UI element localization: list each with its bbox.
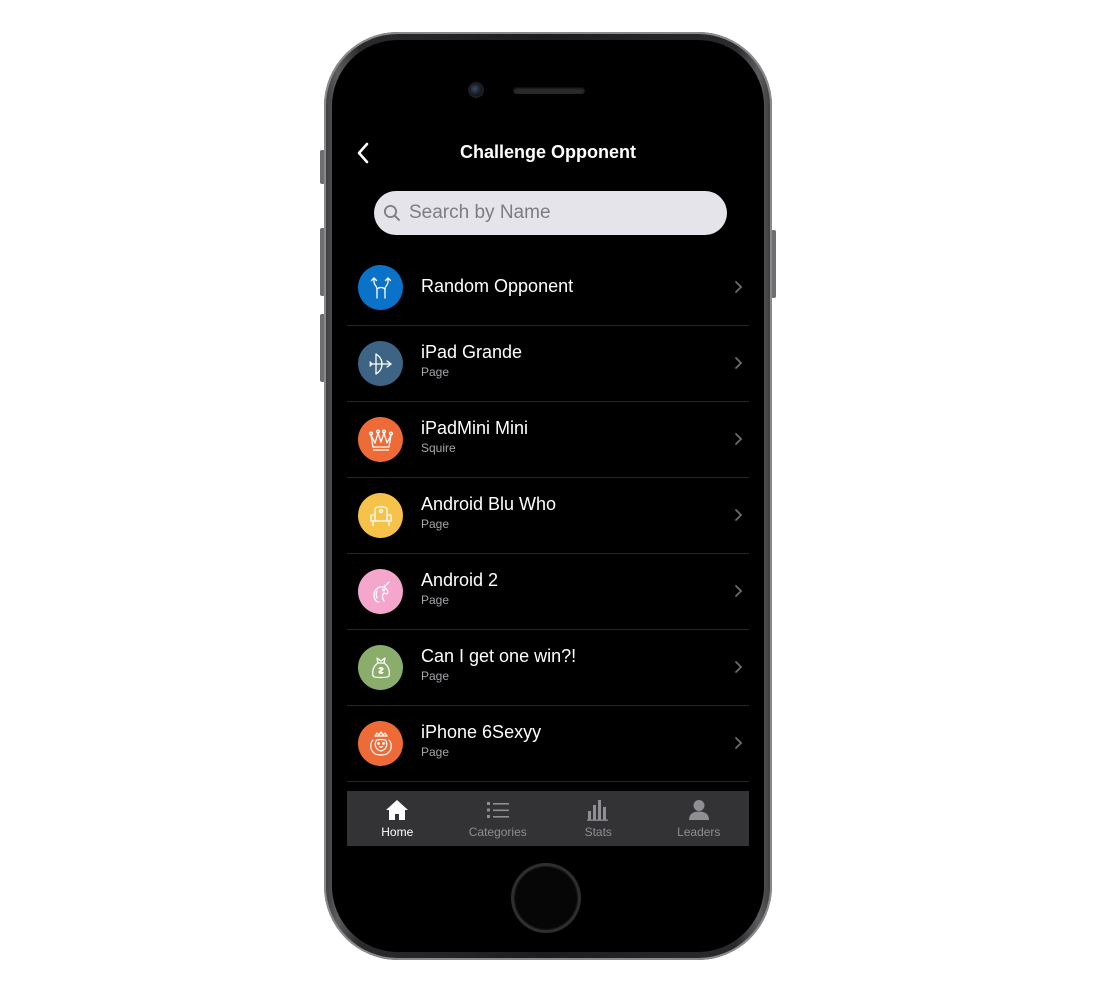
tab-stats[interactable]: Stats [548,791,649,846]
opponent-avatar [358,645,403,690]
tab-bar: Home Categories Stats Leaders [347,791,749,846]
chevron-right-icon [735,737,743,749]
opponent-rank: Squire [421,441,456,455]
opponent-row[interactable]: Android 2 Page [347,554,749,630]
opponent-avatar [358,265,403,310]
opponent-rank: Page [421,365,450,379]
chevron-right-icon [735,661,743,673]
tab-label: Stats [584,825,612,839]
app-screen: Challenge Opponent Random Opponent [347,138,749,849]
search-input[interactable] [407,201,711,225]
home-button[interactable] [514,866,578,930]
opponent-name: Random Opponent [421,276,574,296]
chevron-right-icon [735,433,743,445]
opponent-row[interactable]: Can I get one win?! Page [347,630,749,706]
bow-arrow-icon [368,352,392,375]
opponent-name: iPadMini Mini [421,418,529,438]
opponent-avatar [358,341,403,386]
tab-label: Leaders [677,825,721,839]
tab-home[interactable]: Home [347,791,448,846]
list-icon [486,802,509,818]
bar-chart-icon [587,800,609,821]
back-button[interactable] [349,138,377,168]
opponent-name: Android 2 [421,570,499,590]
search-bar[interactable] [374,191,727,235]
tab-leaders[interactable]: Leaders [649,791,750,846]
lion-icon [369,730,392,756]
opponent-avatar [358,417,403,462]
opponent-row[interactable]: iPhone 6Sexyy Page [347,706,749,782]
opponent-name: Can I get one win?! [421,646,577,666]
unicorn-icon [372,580,390,603]
home-icon [386,800,409,820]
tab-label: Home [381,825,414,839]
opponent-name: iPad Grande [421,342,523,362]
navigation-bar: Challenge Opponent [347,138,749,168]
crown-icon [368,429,393,451]
opponent-name: Android Blu Who [421,494,557,514]
opponent-rank: Page [421,593,450,607]
tab-categories[interactable]: Categories [448,791,549,846]
opponent-avatar [358,721,403,766]
opponent-name: iPhone 6Sexyy [421,722,542,742]
opponent-row-random[interactable]: Random Opponent [347,250,749,326]
search-icon [384,205,400,221]
opponent-rank: Page [421,669,450,683]
opponent-avatar [358,493,403,538]
person-icon [688,800,709,820]
opponent-row[interactable]: Android Blu Who Page [347,478,749,554]
opponent-avatar [358,569,403,614]
opponent-rank: Page [421,517,450,531]
chevron-right-icon [735,357,743,369]
opponent-row[interactable]: iPad Grande Page [347,326,749,402]
earpiece-speaker [513,87,585,94]
opponent-row[interactable]: iPadMini Mini Squire [347,402,749,478]
chevron-right-icon [735,281,743,293]
tab-label: Categories [468,825,527,839]
front-camera [470,84,482,96]
swap-arrows-icon [370,276,391,299]
opponent-rank: Page [421,745,450,759]
page-title: Challenge Opponent [459,142,636,162]
throne-icon [369,505,392,526]
chevron-left-icon [357,142,369,164]
chevron-right-icon [735,585,743,597]
chevron-right-icon [735,509,743,521]
opponent-list: Random Opponent iPad Grande Page iPadMin… [347,250,749,782]
money-bag-icon [371,656,390,678]
